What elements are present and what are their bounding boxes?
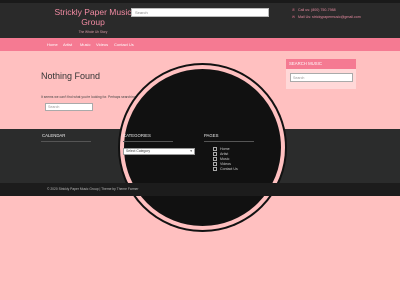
checkbox-icon (213, 157, 217, 162)
sidebar-title: SEARCH MUSIC (286, 59, 356, 69)
nav-videos[interactable]: Videos (96, 42, 108, 47)
nav-home[interactable]: Home (47, 42, 58, 47)
categories-select-value: Select Category (126, 149, 151, 153)
footer-calendar-title: CALENDAR (42, 133, 66, 138)
contact-phone-text: Call us: (800) 750-7988 (298, 8, 336, 12)
main-nav (0, 38, 400, 51)
checkbox-icon (213, 152, 217, 157)
nav-artist[interactable]: Artist (63, 42, 72, 47)
footer-divider (204, 141, 254, 142)
header-search-input[interactable]: Search (131, 8, 269, 17)
footer-page-label[interactable]: Contact Us (220, 167, 238, 171)
checkbox-icon (213, 147, 217, 152)
nav-music[interactable]: Music (80, 42, 90, 47)
footer-categories-title: CATEGORIES (123, 133, 151, 138)
checkbox-icon (213, 162, 217, 167)
nav-contact-us[interactable]: Contact Us (114, 42, 134, 47)
contact-phone: ✆ Call us: (800) 750-7988 (292, 8, 336, 13)
site-title[interactable]: Strickly Paper Music Group (48, 7, 138, 27)
footer-page-label[interactable]: Artist (220, 152, 228, 156)
content-search-input[interactable]: Search (45, 103, 93, 111)
contact-email-text[interactable]: Mail Us: strickypapermusic@gmail.com (298, 15, 361, 19)
footer-divider (41, 141, 91, 142)
envelope-icon: ✉ (292, 15, 296, 19)
footer-page-label[interactable]: Home (220, 147, 230, 151)
contact-email[interactable]: ✉ Mail Us: strickypapermusic@gmail.com (292, 15, 361, 20)
copyright-text: © 2020 Strickly Paper Music Group | Them… (47, 187, 139, 191)
sidebar-search-input[interactable]: Search (290, 73, 353, 82)
footer-page-contact-us[interactable]: Contact Us (213, 167, 238, 172)
chevron-down-icon: ▾ (190, 149, 192, 153)
not-found-message: It seems we can't find what you're looki… (41, 95, 150, 99)
checkbox-icon (213, 167, 217, 172)
page-title: Nothing Found (41, 71, 101, 81)
footer-page-label[interactable]: Videos (220, 162, 231, 166)
site-title-line2[interactable]: Group (48, 17, 138, 27)
site-title-line1[interactable]: Strickly Paper Music (48, 7, 138, 17)
categories-select[interactable]: Select Category ▾ (123, 148, 195, 155)
site-tagline: The Whole Uh Story (78, 30, 108, 34)
footer-page-label[interactable]: Music (220, 157, 229, 161)
phone-icon: ✆ (292, 8, 296, 12)
footer-divider (123, 141, 173, 142)
footer-pages-title: PAGES (204, 133, 219, 138)
